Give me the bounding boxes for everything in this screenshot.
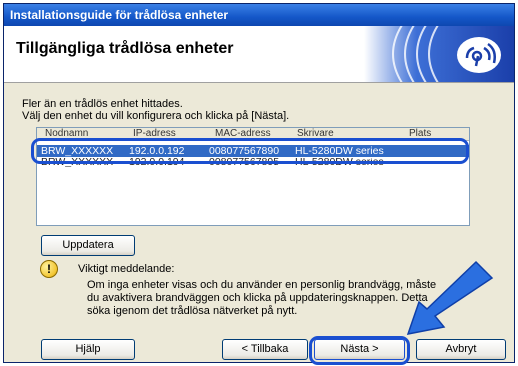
row-printer: HL-5280DW series	[295, 145, 384, 157]
cancel-button[interactable]: Avbryt	[416, 339, 506, 360]
help-button-label: Hjälp	[75, 343, 101, 355]
update-button-label: Uppdatera	[62, 239, 114, 251]
update-button[interactable]: Uppdatera	[41, 235, 135, 256]
help-button[interactable]: Hjälp	[41, 339, 135, 360]
column-header[interactable]: Plats	[409, 128, 431, 140]
next-button-label: Nästa >	[340, 343, 379, 355]
row-mac: 008077567890	[209, 145, 280, 157]
note-text: Om inga enheter visas och du använder en…	[87, 279, 487, 318]
row-mac: 008077567895	[209, 158, 280, 167]
header-banner: Tillgängliga trådlösa enheter	[4, 26, 514, 83]
column-header[interactable]: Skrivare	[297, 128, 334, 140]
back-button-label: < Tillbaka	[241, 343, 289, 355]
cancel-button-label: Avbryt	[445, 343, 477, 355]
instructions: Fler än en trådlös enhet hittades. Välj …	[22, 98, 289, 122]
next-button[interactable]: Nästa >	[314, 339, 405, 360]
device-list[interactable]: Nodnamn IP-adress MAC-adress Skrivare Pl…	[36, 127, 470, 226]
list-header: Nodnamn IP-adress MAC-adress Skrivare Pl…	[37, 128, 469, 141]
page-title: Tillgängliga trådlösa enheter	[16, 40, 234, 57]
row-ip: 192.0.0.194	[129, 158, 185, 167]
window-title: Installationsguide för trådlösa enheter	[4, 4, 514, 26]
column-header[interactable]: MAC-adress	[215, 128, 271, 140]
wireless-signal-icon	[364, 26, 514, 82]
row-node: BRW_XXXXXX	[41, 145, 114, 157]
note-line-2: du avaktivera brandväggen och klicka på …	[87, 292, 428, 304]
row-printer: HL-5280DW series	[295, 158, 384, 167]
row-ip: 192.0.0.192	[129, 145, 185, 157]
note-line-3: söka igenom det trådlösa nätverket på ny…	[87, 305, 298, 317]
column-header[interactable]: Nodnamn	[45, 128, 88, 140]
table-row[interactable]: BRW_XXXXXX 192.0.0.192 008077567890 HL-5…	[37, 145, 469, 157]
table-row[interactable]: BRW_XXXXXX 192.0.0.194 008077567895 HL-5…	[37, 158, 469, 167]
back-button[interactable]: < Tillbaka	[222, 339, 308, 360]
note-title: Viktigt meddelande:	[78, 263, 175, 275]
instruction-line-1: Fler än en trådlös enhet hittades.	[22, 98, 183, 110]
column-header[interactable]: IP-adress	[133, 128, 176, 140]
exclamation-icon: !	[40, 260, 58, 278]
instruction-line-2: Välj den enhet du vill konfigurera och k…	[22, 110, 290, 122]
note-line-1: Om inga enheter visas och du använder en…	[87, 279, 437, 291]
row-node: BRW_XXXXXX	[41, 158, 114, 167]
